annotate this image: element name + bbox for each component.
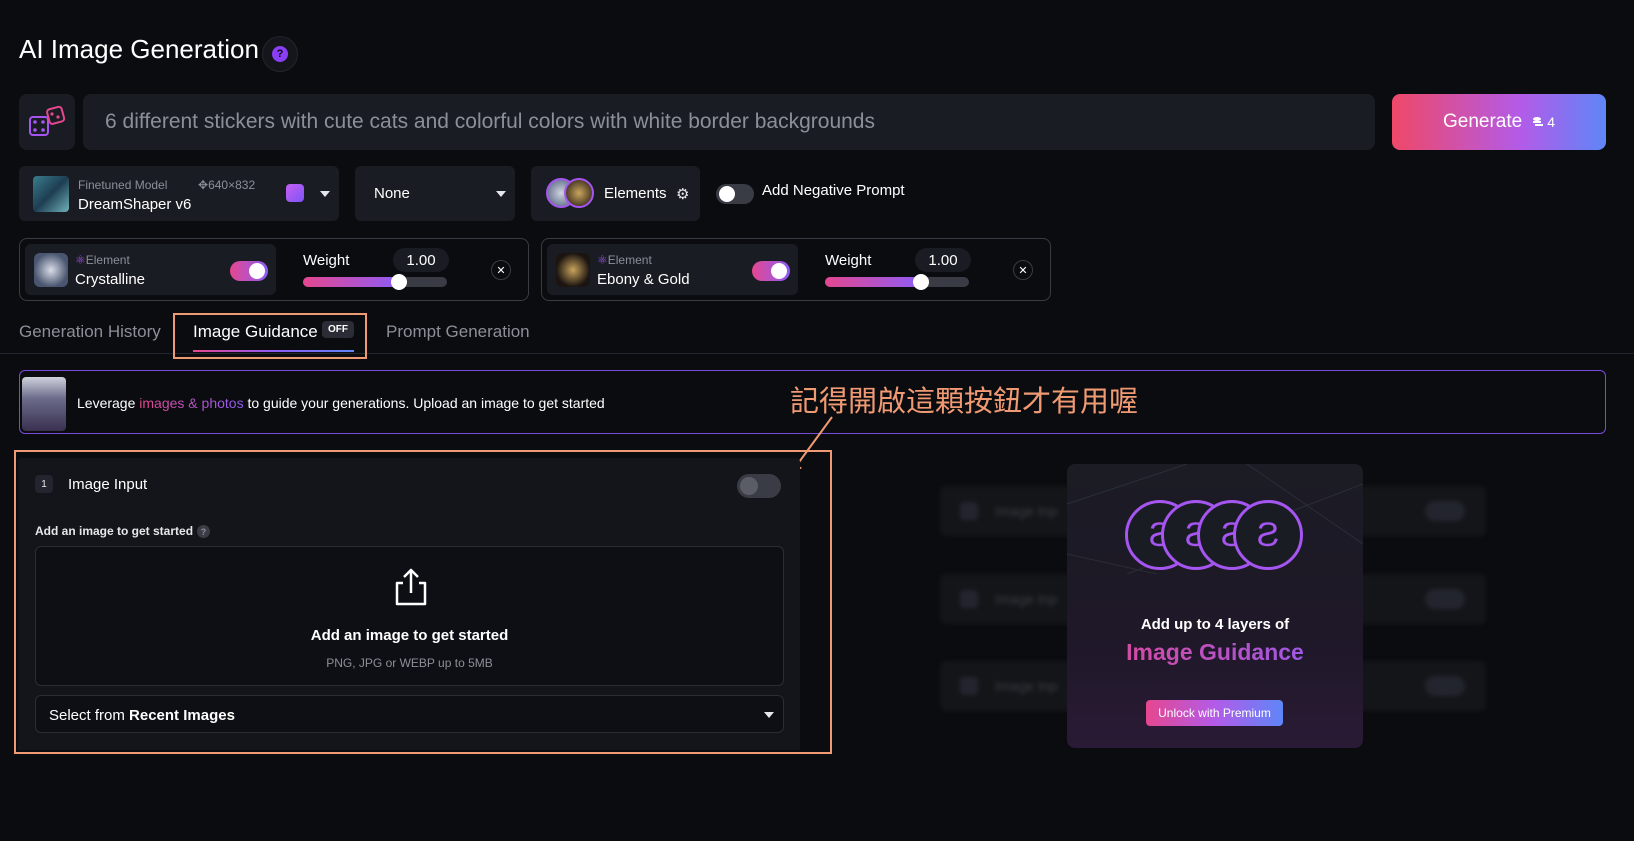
promo-line-1: Add up to 4 layers of [1140, 616, 1290, 633]
model-selector[interactable]: Finetuned Model ✥640×832 DreamShaper v6 [19, 166, 339, 221]
elements-picker[interactable]: Elements ⚙ [531, 166, 700, 221]
annotation-highlight-tab [173, 313, 367, 359]
close-icon[interactable]: ✕ [491, 260, 511, 280]
page-title: AI Image Generation [19, 34, 259, 64]
element-avatar [564, 178, 594, 208]
prompt-input[interactable]: 6 different stickers with cute cats and … [83, 94, 1375, 150]
guidance-layer-icon: Ƨ [1233, 500, 1303, 570]
weight-slider[interactable] [825, 277, 969, 287]
preset-dropdown[interactable]: None [355, 166, 515, 221]
model-settings-icon[interactable] [286, 184, 304, 202]
atom-icon: ⚛ [597, 253, 608, 267]
premium-promo-card: Ƨ Ƨ Ƨ Ƨ Add up to 4 layers of Image Guid… [1067, 464, 1363, 748]
model-dimensions: ✥640×832 [198, 178, 256, 192]
coins-icon [1533, 117, 1544, 126]
elements-label: Elements [604, 185, 667, 202]
element-toggle[interactable] [230, 261, 268, 281]
model-name: DreamShaper v6 [78, 196, 192, 213]
promo-line-2: Image Guidance [1067, 639, 1363, 666]
generate-button[interactable]: Generate 4 [1392, 94, 1606, 150]
weight-label: Weight [303, 252, 350, 269]
weight-slider[interactable] [303, 277, 447, 287]
token-cost: 4 [1532, 114, 1555, 130]
annotation-text: 記得開啟這顆按鈕才有用喔 [790, 384, 1139, 418]
chevron-down-icon [320, 191, 330, 197]
banner-text: Leverage images & photos to guide your g… [77, 395, 605, 411]
help-button[interactable]: ? [262, 36, 298, 72]
tab-generation-history[interactable]: Generation History [19, 322, 161, 342]
chevron-down-icon [496, 191, 506, 197]
negative-prompt-label: Add Negative Prompt [762, 182, 905, 199]
element-card-ebony-gold: ⚛Element Ebony & Gold Weight 1.00 ✕ [541, 238, 1051, 301]
preset-value: None [374, 185, 410, 202]
element-info: ⚛Element Crystalline [25, 244, 276, 295]
token-cost-value: 4 [1547, 114, 1556, 130]
element-card-crystalline: ⚛Element Crystalline Weight 1.00 ✕ [19, 238, 529, 301]
atom-icon: ⚛ [75, 253, 86, 267]
tab-prompt-generation[interactable]: Prompt Generation [386, 322, 530, 342]
element-thumbnail [556, 253, 590, 287]
element-toggle[interactable] [752, 261, 790, 281]
wizard-illustration [22, 377, 66, 431]
element-name: Crystalline [75, 271, 146, 288]
unlock-premium-button[interactable]: Unlock with Premium [1146, 700, 1283, 726]
element-thumbnail [34, 253, 68, 287]
negative-prompt-toggle[interactable] [716, 184, 754, 204]
generate-label: Generate [1442, 111, 1523, 132]
gear-icon[interactable]: ⚙ [676, 185, 689, 203]
weight-value[interactable]: 1.00 [393, 248, 449, 272]
model-caption: Finetuned Model [78, 178, 168, 192]
annotation-highlight-panel [14, 450, 832, 754]
random-prompt-button[interactable] [19, 94, 75, 150]
weight-slider-handle[interactable] [391, 274, 407, 290]
dice-icon [29, 105, 66, 136]
weight-label: Weight [825, 252, 872, 269]
close-icon[interactable]: ✕ [1013, 260, 1033, 280]
element-caption: ⚛Element [75, 253, 130, 267]
model-thumbnail [33, 176, 69, 212]
weight-slider-handle[interactable] [913, 274, 929, 290]
question-circle-icon: ? [272, 46, 288, 62]
element-info: ⚛Element Ebony & Gold [547, 244, 798, 295]
element-name: Ebony & Gold [597, 271, 690, 288]
element-caption: ⚛Element [597, 253, 652, 267]
weight-value[interactable]: 1.00 [915, 248, 971, 272]
